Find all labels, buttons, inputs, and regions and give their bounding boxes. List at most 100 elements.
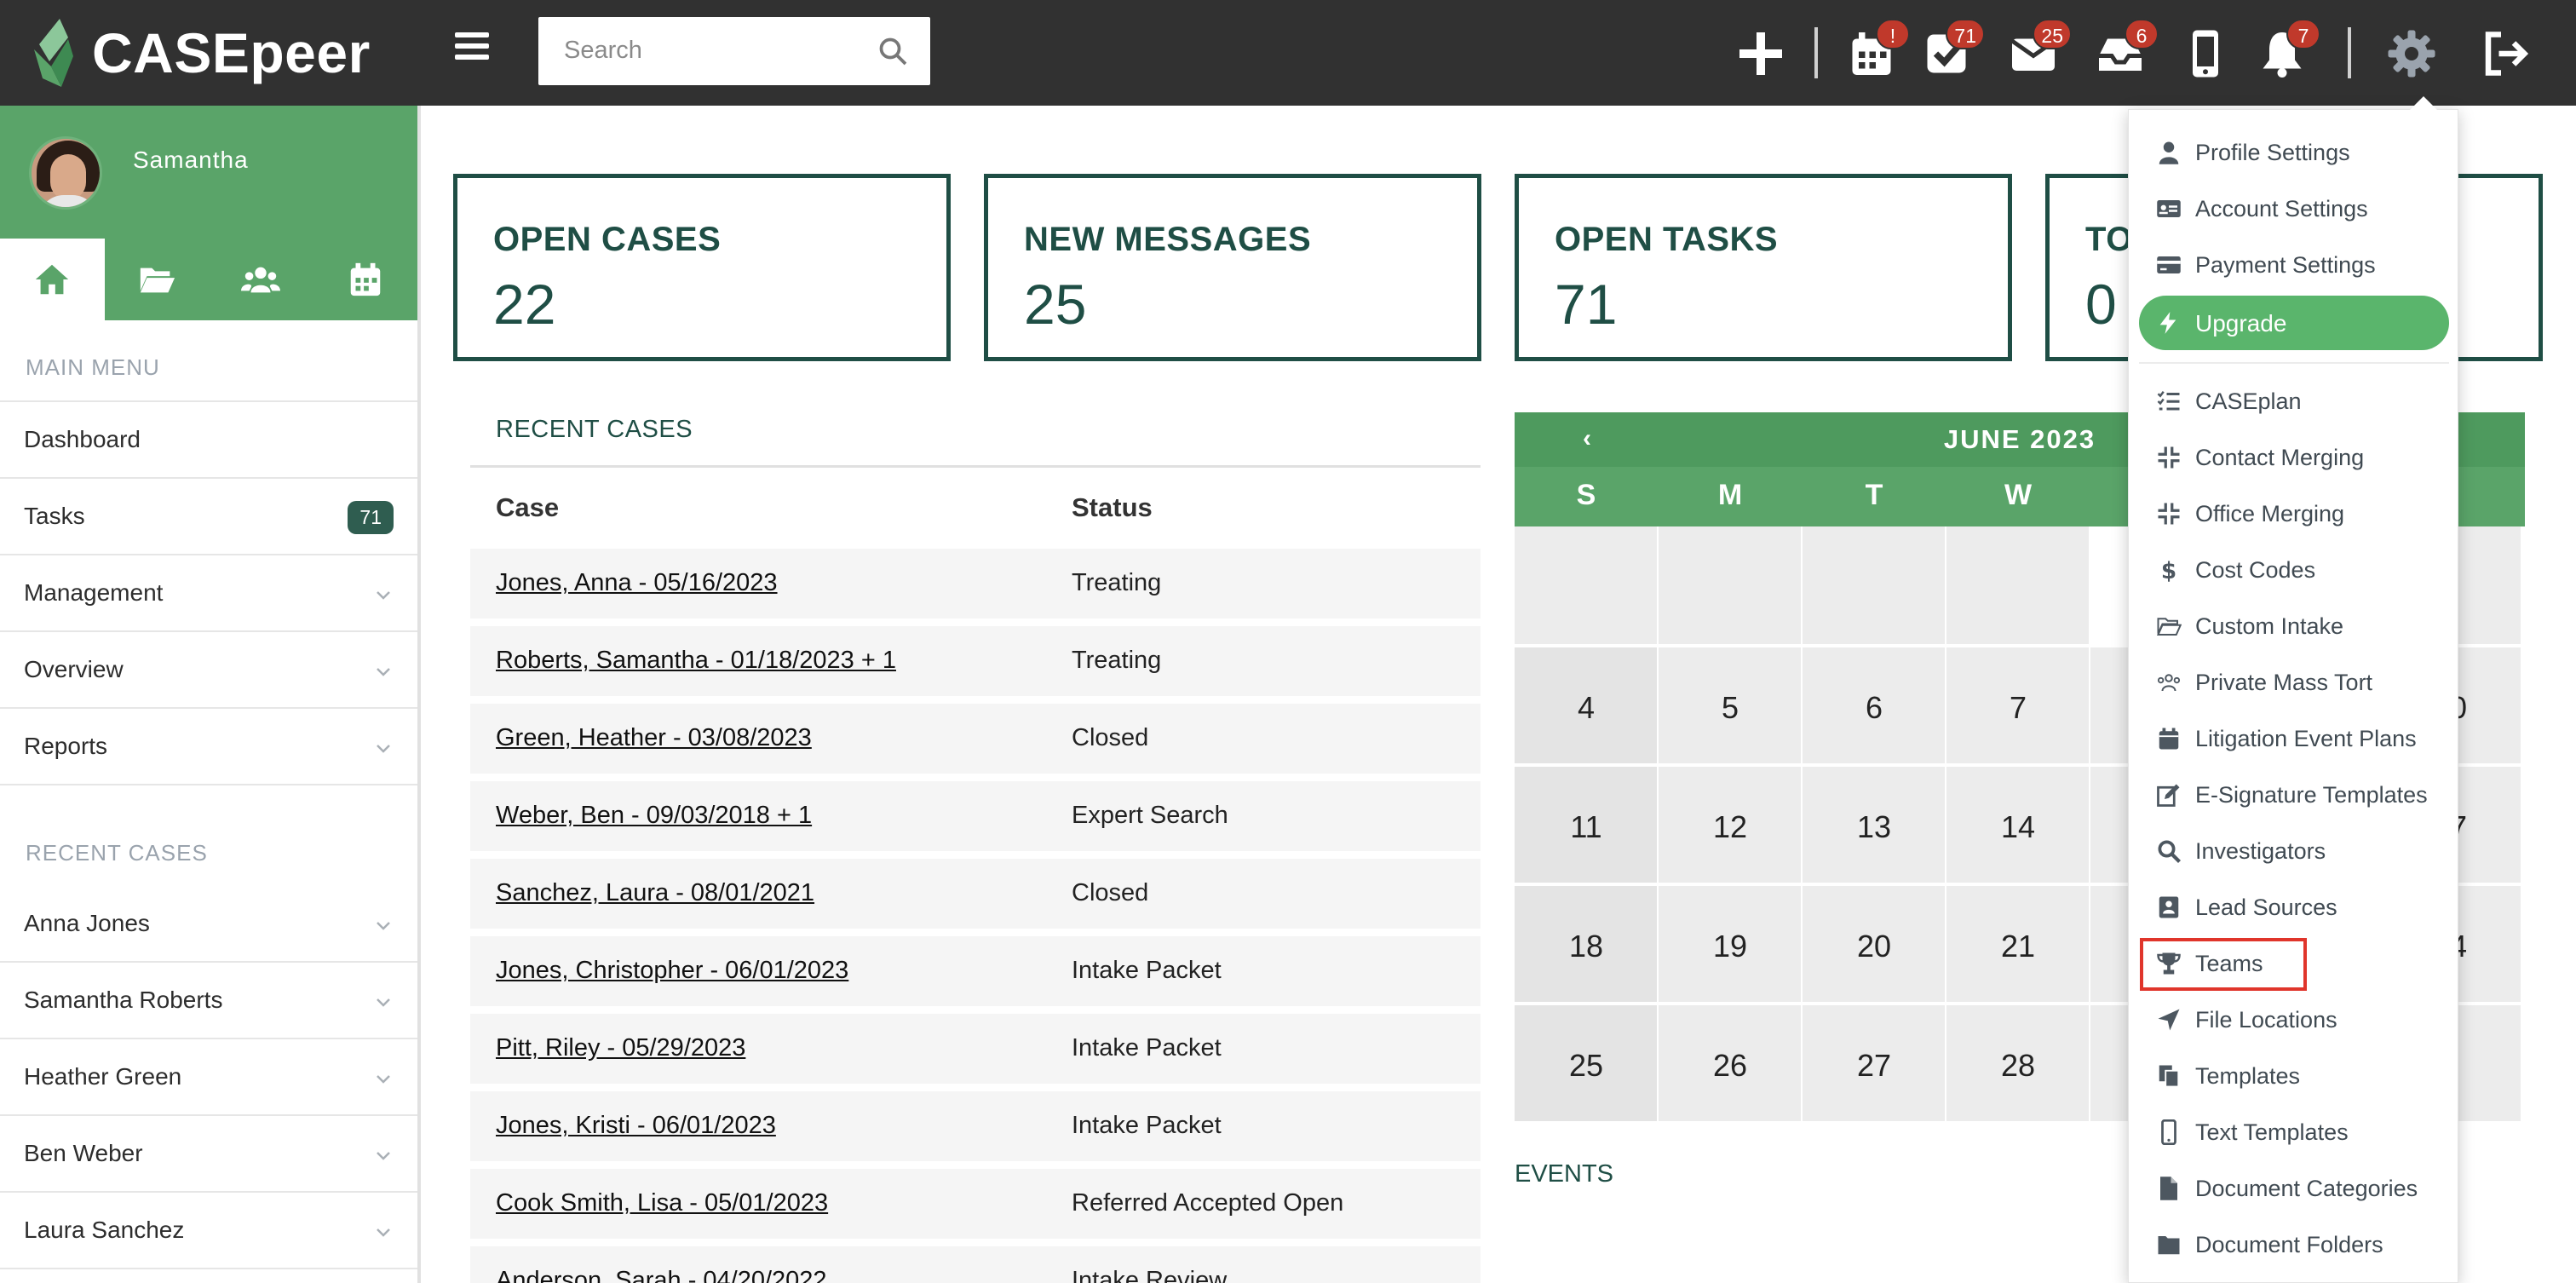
calendar-tab[interactable] bbox=[313, 239, 418, 320]
stat-label: NEW MESSAGES bbox=[1024, 221, 1312, 258]
calendar-day-cell[interactable]: 4 bbox=[1515, 647, 1657, 763]
sidebar-item-label: Management bbox=[24, 579, 164, 606]
calendar-day-cell[interactable]: 7 bbox=[1946, 647, 2089, 763]
menu-item-text-templates[interactable]: Text Templates bbox=[2129, 1107, 2459, 1158]
table-row: Roberts, Samantha - 01/18/2023 + 1 Treati… bbox=[470, 626, 1481, 696]
menu-item-payment-settings[interactable]: Payment Settings bbox=[2129, 239, 2459, 291]
calendar-day-cell[interactable]: 19 bbox=[1659, 886, 1801, 1002]
table-row: Green, Heather - 03/08/2023 Closed bbox=[470, 704, 1481, 774]
stat-card-new-messages[interactable]: NEW MESSAGES 25 bbox=[984, 174, 1481, 361]
upgrade-button[interactable]: Upgrade bbox=[2139, 296, 2449, 350]
menu-item-caseplan[interactable]: CASEplan bbox=[2129, 376, 2459, 427]
calendar-day-cell[interactable]: 11 bbox=[1515, 767, 1657, 883]
calendar-day-cell[interactable]: 5 bbox=[1659, 647, 1801, 763]
menu-item-custom-intake[interactable]: Custom Intake bbox=[2129, 601, 2459, 652]
recent-case-item[interactable]: Anna Jones bbox=[0, 886, 417, 963]
logout-icon[interactable] bbox=[2474, 22, 2537, 85]
case-link[interactable]: Roberts, Samantha - 01/18/2023 + 1 bbox=[496, 647, 896, 675]
menu-item-cost-codes[interactable]: $ Cost Codes bbox=[2129, 544, 2459, 595]
calendar-day-cell[interactable] bbox=[1946, 526, 2089, 644]
case-link[interactable]: Green, Heather - 03/08/2023 bbox=[496, 724, 812, 752]
notifications-bell-icon[interactable]: 7 bbox=[2251, 19, 2320, 85]
calendar-day-cell[interactable]: 14 bbox=[1946, 767, 2089, 883]
calendar-day-cell[interactable] bbox=[1803, 526, 1945, 644]
recent-case-item[interactable]: Samantha Roberts bbox=[0, 963, 417, 1039]
column-header-case[interactable]: Case bbox=[496, 492, 559, 523]
casepeer-logo[interactable]: CASEpeer bbox=[31, 12, 371, 94]
case-link[interactable]: Cook Smith, Lisa - 05/01/2023 bbox=[496, 1189, 828, 1217]
home-tab[interactable] bbox=[0, 239, 105, 320]
calendar-day-cell[interactable]: 20 bbox=[1803, 886, 1945, 1002]
case-link[interactable]: Jones, Kristi - 06/01/2023 bbox=[496, 1112, 776, 1140]
menu-item-file-locations[interactable]: File Locations bbox=[2129, 994, 2459, 1045]
calendar-day-cell[interactable]: 13 bbox=[1803, 767, 1945, 883]
case-link[interactable]: Sanchez, Laura - 08/01/2021 bbox=[496, 879, 814, 907]
calendar-day-cell[interactable]: 18 bbox=[1515, 886, 1657, 1002]
sidebar-item-tasks[interactable]: Tasks 71 bbox=[0, 479, 417, 555]
user-name[interactable]: Samantha bbox=[133, 147, 249, 174]
case-status: Treating bbox=[1072, 647, 1162, 674]
calendar-day-cell[interactable]: 28 bbox=[1946, 1005, 2089, 1121]
user-icon bbox=[2159, 141, 2179, 164]
case-link[interactable]: Weber, Ben - 09/03/2018 + 1 bbox=[496, 802, 812, 830]
search-input[interactable] bbox=[538, 17, 862, 83]
cases-tab[interactable] bbox=[105, 239, 210, 320]
table-row: Anderson, Sarah - 04/20/2022 Intake Revie… bbox=[470, 1246, 1481, 1283]
menu-item-label: E-Signature Templates bbox=[2195, 782, 2428, 808]
contacts-tab[interactable] bbox=[209, 239, 313, 320]
table-row: Jones, Kristi - 06/01/2023 Intake Packet bbox=[470, 1091, 1481, 1161]
stat-label: OPEN TASKS bbox=[1555, 221, 1779, 258]
sidebar-item-dashboard[interactable]: Dashboard bbox=[0, 402, 417, 479]
calendar-prev-button[interactable]: ‹ bbox=[1583, 424, 1591, 453]
calendar-day-cell[interactable] bbox=[1659, 526, 1801, 644]
users-icon bbox=[2157, 674, 2181, 692]
calendar-day-cell[interactable]: 12 bbox=[1659, 767, 1801, 883]
calendar-day-number: 14 bbox=[2000, 809, 2036, 844]
sidebar-item-overview[interactable]: Overview bbox=[0, 632, 417, 709]
calendar-day-cell[interactable]: 25 bbox=[1515, 1005, 1657, 1121]
calendar-day-cell[interactable] bbox=[1515, 526, 1657, 644]
calendar-day-cell[interactable]: 27 bbox=[1803, 1005, 1945, 1121]
calendar-icon bbox=[2159, 728, 2179, 750]
case-link[interactable]: Jones, Christopher - 06/01/2023 bbox=[496, 957, 848, 985]
sidebar-item-reports[interactable]: Reports bbox=[0, 709, 417, 785]
menu-item-account-settings[interactable]: Account Settings bbox=[2129, 183, 2459, 234]
settings-gear-icon[interactable] bbox=[2380, 22, 2443, 85]
recent-case-item[interactable]: Laura Sanchez bbox=[0, 1193, 417, 1269]
menu-item-profile-settings[interactable]: Profile Settings bbox=[2129, 127, 2459, 178]
menu-item-office-merging[interactable]: Office Merging bbox=[2129, 488, 2459, 539]
case-link[interactable]: Jones, Anna - 05/16/2023 bbox=[496, 569, 778, 597]
menu-item-lead-sources[interactable]: Lead Sources bbox=[2129, 882, 2459, 933]
tasks-icon[interactable]: 71 bbox=[1915, 19, 1985, 85]
menu-item-contact-merging[interactable]: Contact Merging bbox=[2129, 432, 2459, 483]
stat-card-open-cases[interactable]: OPEN CASES 22 bbox=[453, 174, 951, 361]
calendar-day-cell[interactable]: 6 bbox=[1803, 647, 1945, 763]
calendar-day-cell[interactable]: 26 bbox=[1659, 1005, 1801, 1121]
sidebar-item-management[interactable]: Management bbox=[0, 555, 417, 632]
case-link[interactable]: Pitt, Riley - 05/29/2023 bbox=[496, 1034, 745, 1062]
calendar-day-cell[interactable]: 21 bbox=[1946, 886, 2089, 1002]
topbar-divider bbox=[1814, 27, 1818, 78]
menu-item-e-signature-templates[interactable]: E-Signature Templates bbox=[2129, 769, 2459, 820]
case-status: Intake Packet bbox=[1072, 957, 1222, 984]
menu-item-label: Payment Settings bbox=[2195, 252, 2376, 278]
case-link[interactable]: Anderson, Sarah - 04/20/2022 bbox=[496, 1267, 827, 1283]
add-icon[interactable] bbox=[1729, 22, 1792, 85]
menu-item-private-mass-tort[interactable]: Private Mass Tort bbox=[2129, 657, 2459, 708]
menu-item-document-folders[interactable]: Document Folders bbox=[2129, 1219, 2459, 1270]
column-header-status[interactable]: Status bbox=[1072, 492, 1153, 523]
menu-item-document-categories[interactable]: Document Categories bbox=[2129, 1163, 2459, 1214]
menu-item-templates[interactable]: Templates bbox=[2129, 1050, 2459, 1102]
inbox-icon[interactable]: 6 bbox=[2089, 19, 2159, 85]
hamburger-menu-icon[interactable] bbox=[455, 32, 489, 66]
recent-case-item[interactable]: Ben Weber bbox=[0, 1116, 417, 1193]
calendar-icon[interactable]: ! bbox=[1840, 19, 1910, 85]
recent-case-item[interactable]: Heather Green bbox=[0, 1039, 417, 1116]
avatar[interactable] bbox=[29, 136, 102, 210]
messages-icon[interactable]: 25 bbox=[2002, 19, 2072, 85]
menu-item-investigators[interactable]: Investigators bbox=[2129, 826, 2459, 877]
stat-card-open-tasks[interactable]: OPEN TASKS 71 bbox=[1515, 174, 2012, 361]
search-icon[interactable] bbox=[877, 36, 908, 66]
menu-item-litigation-event-plans[interactable]: Litigation Event Plans bbox=[2129, 713, 2459, 764]
mobile-icon[interactable] bbox=[2174, 22, 2237, 85]
